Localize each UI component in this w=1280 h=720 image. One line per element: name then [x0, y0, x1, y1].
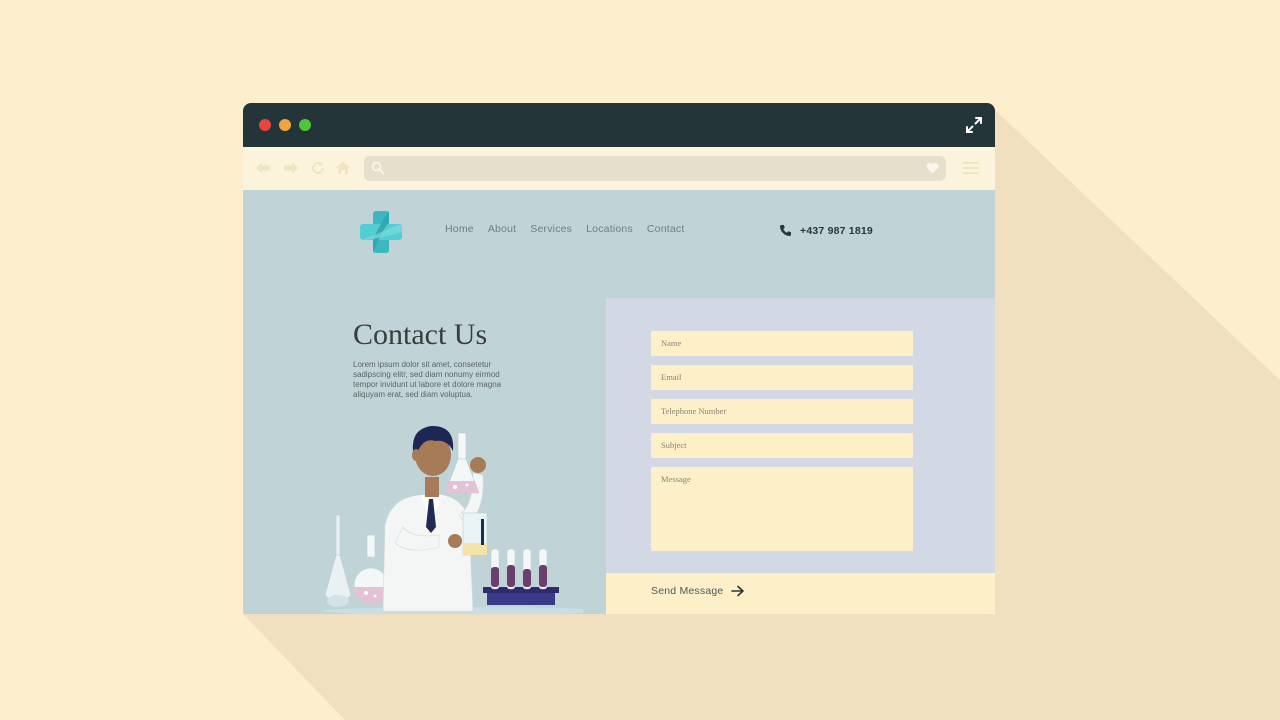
- main-nav: Home About Services Locations Contact: [445, 223, 684, 235]
- browser-window: Home About Services Locations Contact +4…: [243, 103, 995, 614]
- medical-cross-logo[interactable]: [357, 208, 405, 256]
- forward-arrow-icon[interactable]: [283, 160, 299, 176]
- title-bar: [243, 103, 995, 147]
- scientist-illustration: [323, 425, 583, 614]
- send-message-button[interactable]: Send Message: [651, 585, 745, 597]
- submit-bar: Send Message: [606, 573, 995, 614]
- minimize-icon[interactable]: [279, 119, 291, 131]
- search-icon: [371, 161, 385, 175]
- nav-services[interactable]: Services: [530, 223, 572, 235]
- nav-about[interactable]: About: [488, 223, 516, 235]
- phone-icon: [780, 225, 791, 236]
- phone-contact[interactable]: +437 987 1819: [779, 224, 873, 237]
- nav-contact[interactable]: Contact: [647, 223, 685, 235]
- nav-locations[interactable]: Locations: [586, 223, 633, 235]
- back-arrow-icon[interactable]: [255, 160, 271, 176]
- intro-text: Lorem ipsum dolor sit amet, consetetur s…: [353, 360, 502, 399]
- maximize-icon[interactable]: [299, 119, 311, 131]
- close-icon[interactable]: [259, 119, 271, 131]
- arrow-right-icon: [731, 585, 745, 597]
- menu-icon[interactable]: [963, 161, 979, 175]
- expand-icon[interactable]: [965, 116, 983, 134]
- telephone-field[interactable]: Telephone Number: [651, 399, 913, 424]
- address-bar[interactable]: [364, 156, 946, 181]
- subject-field[interactable]: Subject: [651, 433, 913, 458]
- send-message-label: Send Message: [651, 585, 724, 597]
- home-icon[interactable]: [335, 160, 351, 176]
- message-field[interactable]: Message: [651, 467, 913, 551]
- name-field[interactable]: Name: [651, 331, 913, 356]
- nav-home[interactable]: Home: [445, 223, 474, 235]
- browser-toolbar: [243, 147, 995, 190]
- refresh-icon[interactable]: [310, 160, 326, 176]
- page-title: Contact Us: [353, 318, 488, 351]
- phone-number: +437 987 1819: [800, 224, 873, 237]
- contact-form: Name Email Telephone Number Subject Mess…: [606, 298, 995, 573]
- email-field[interactable]: Email: [651, 365, 913, 390]
- web-page: Home About Services Locations Contact +4…: [243, 190, 995, 614]
- heart-icon[interactable]: [926, 162, 939, 174]
